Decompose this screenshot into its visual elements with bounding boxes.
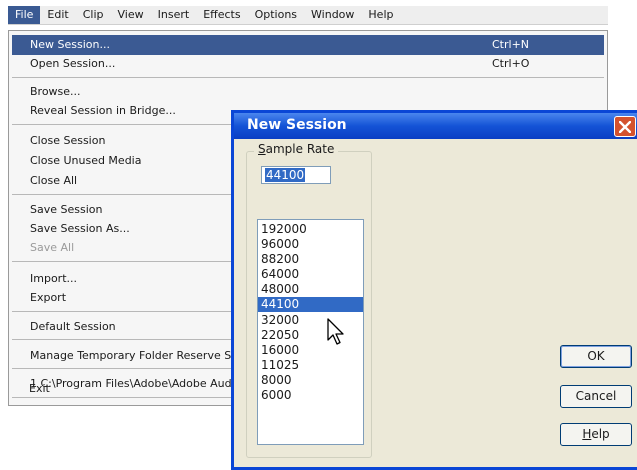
cancel-button[interactable]: Cancel — [560, 385, 632, 408]
menu-view[interactable]: View — [111, 6, 151, 24]
menu-file[interactable]: File — [8, 6, 41, 24]
menu-clip[interactable]: Clip — [76, 6, 111, 24]
list-item[interactable]: 192000 — [258, 222, 363, 237]
dialog-title: New Session — [247, 117, 347, 133]
menu-insert[interactable]: Insert — [151, 6, 197, 24]
list-item[interactable]: 8000 — [258, 373, 363, 388]
dialog-title-bar[interactable]: New Session — [234, 113, 637, 139]
close-button[interactable] — [614, 116, 636, 137]
list-item[interactable]: 96000 — [258, 237, 363, 252]
menu-separator — [12, 77, 604, 78]
menu-item-label: Open Session... — [30, 57, 116, 70]
menu-item-open-session[interactable]: Open Session... Ctrl+O — [12, 54, 604, 74]
list-item[interactable]: 48000 — [258, 282, 363, 297]
list-item[interactable]: 16000 — [258, 343, 363, 358]
help-button-rest: elp — [591, 427, 610, 441]
menu-window[interactable]: Window — [304, 6, 361, 24]
sample-rate-input[interactable]: 44100 — [261, 166, 331, 184]
sample-rate-label-rest: ample Rate — [265, 142, 335, 156]
list-item[interactable]: 22050 — [258, 328, 363, 343]
sample-rate-label-mnemonic: S — [258, 142, 266, 156]
list-item-selected[interactable]: 44100 — [258, 297, 363, 312]
new-session-dialog: New Session Sample Rate 44100 192000 960… — [231, 110, 637, 470]
menu-help[interactable]: Help — [361, 6, 400, 24]
mouse-cursor-icon — [327, 318, 344, 345]
menu-item-label: New Session... — [30, 38, 110, 51]
menu-options[interactable]: Options — [248, 6, 304, 24]
sample-rate-label: Sample Rate — [254, 142, 339, 156]
help-button-mnemonic: H — [582, 427, 592, 441]
menu-effects[interactable]: Effects — [196, 6, 247, 24]
sample-rate-input-value: 44100 — [265, 168, 306, 182]
shortcut-label: Ctrl+N — [492, 38, 530, 51]
list-item[interactable]: 32000 — [258, 313, 363, 328]
close-icon — [619, 121, 631, 133]
list-item[interactable]: 6000 — [258, 388, 363, 403]
menu-item-new-session[interactable]: New Session... Ctrl+N — [12, 35, 604, 55]
menu-item-browse[interactable]: Browse... — [12, 82, 604, 102]
shortcut-label: Ctrl+O — [492, 57, 530, 70]
ok-button[interactable]: OK — [560, 345, 632, 368]
list-item[interactable]: 64000 — [258, 267, 363, 282]
list-item[interactable]: 11025 — [258, 358, 363, 373]
menu-edit[interactable]: Edit — [40, 6, 75, 24]
sample-rate-list[interactable]: 192000 96000 88200 64000 48000 44100 320… — [257, 219, 364, 445]
list-item[interactable]: 88200 — [258, 252, 363, 267]
help-button[interactable]: Help — [560, 423, 632, 446]
menu-bar: File Edit Clip View Insert Effects Optio… — [8, 6, 608, 25]
